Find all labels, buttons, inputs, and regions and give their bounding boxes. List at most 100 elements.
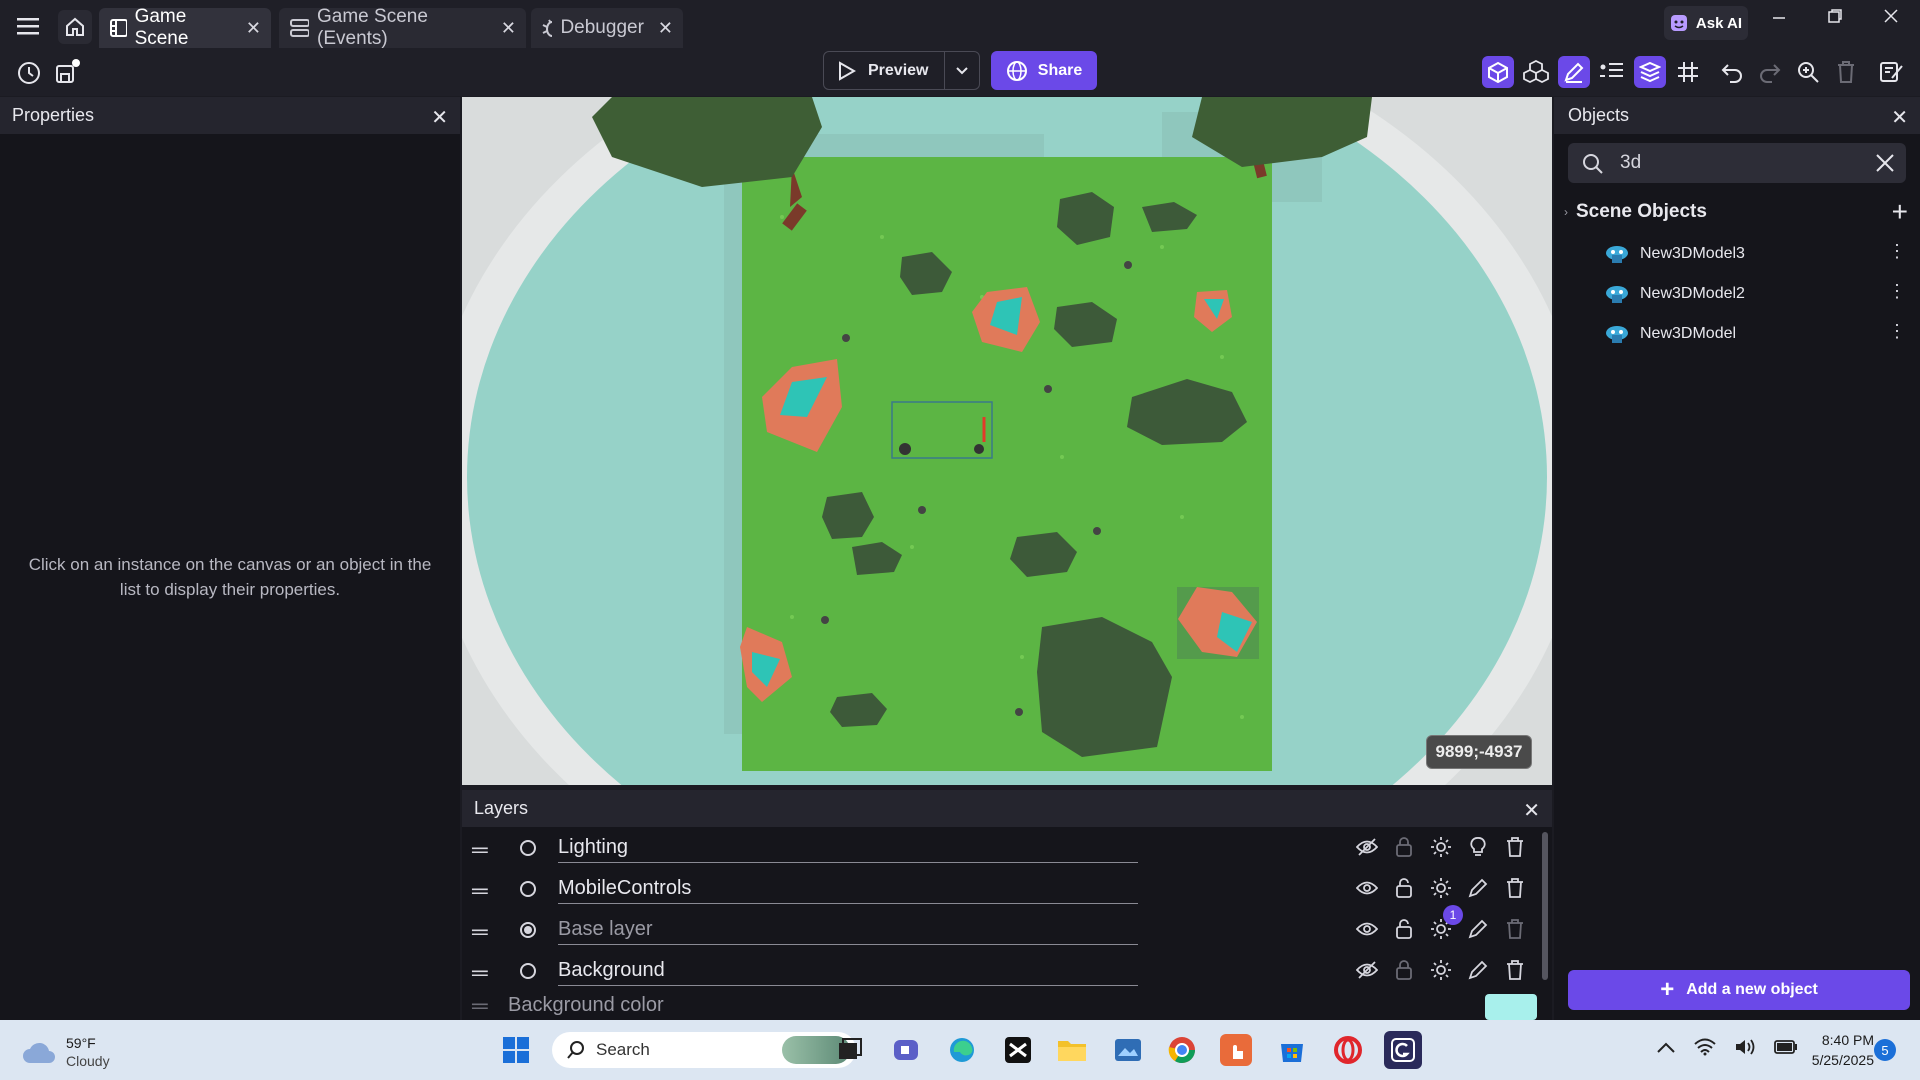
opera-browser-icon[interactable] xyxy=(1332,1034,1364,1066)
wifi-icon[interactable] xyxy=(1694,1038,1716,1056)
effects-icon[interactable]: 1 xyxy=(1429,905,1463,941)
clock[interactable]: 8:40 PM 5/25/2025 xyxy=(1790,1030,1874,1070)
pencil-icon[interactable] xyxy=(1466,876,1490,900)
meet-icon[interactable] xyxy=(890,1034,922,1066)
redo-icon[interactable] xyxy=(1754,56,1786,88)
object-menu-icon[interactable]: ⋮ xyxy=(1888,241,1906,262)
effects-icon[interactable] xyxy=(1429,958,1453,982)
layer-name[interactable]: Lighting xyxy=(558,833,1138,863)
volume-icon[interactable] xyxy=(1734,1038,1756,1056)
object-menu-icon[interactable]: ⋮ xyxy=(1888,281,1906,302)
chevron-right-icon[interactable]: › xyxy=(1564,205,1568,219)
chrome-icon[interactable] xyxy=(1166,1034,1198,1066)
search-input[interactable]: 3d xyxy=(1620,152,1641,174)
layer-select-radio[interactable] xyxy=(520,922,536,938)
restore-icon[interactable] xyxy=(1820,4,1850,28)
close-properties-icon[interactable]: ✕ xyxy=(431,105,448,130)
close-layers-icon[interactable]: ✕ xyxy=(1523,798,1540,823)
layers-scrollbar[interactable] xyxy=(1542,832,1548,980)
windows-start-icon[interactable] xyxy=(500,1034,532,1066)
scene-canvas[interactable]: 9899;-4937 xyxy=(462,97,1552,785)
layer-select-radio[interactable] xyxy=(520,840,536,856)
drag-handle-icon[interactable]: ═ xyxy=(472,960,488,986)
edit-properties-icon[interactable] xyxy=(1558,56,1590,88)
eye-icon[interactable] xyxy=(1355,876,1379,900)
effects-icon[interactable] xyxy=(1429,835,1453,859)
lock-icon[interactable] xyxy=(1392,835,1416,859)
trash-icon[interactable] xyxy=(1503,958,1527,982)
drag-handle-icon[interactable]: ═ xyxy=(472,878,488,904)
lock-icon[interactable] xyxy=(1392,958,1416,982)
file-explorer-icon[interactable] xyxy=(1056,1034,1088,1066)
taskbar-search[interactable]: Search xyxy=(552,1032,856,1068)
add-new-object-button[interactable]: + Add a new object xyxy=(1568,970,1910,1010)
grid-icon[interactable] xyxy=(1672,56,1704,88)
layer-name[interactable]: MobileControls xyxy=(558,874,1138,904)
close-objects-icon[interactable]: ✕ xyxy=(1891,105,1908,130)
object-item[interactable]: New3DModel3 xyxy=(1604,239,1745,269)
layer-row-background[interactable]: ═ Background xyxy=(462,950,1552,991)
trash-icon[interactable] xyxy=(1503,917,1527,941)
menu-icon[interactable] xyxy=(14,14,42,38)
scene-objects-group[interactable]: › Scene Objects xyxy=(1564,201,1707,223)
trash-icon[interactable] xyxy=(1503,835,1527,859)
share-button[interactable]: Share xyxy=(991,51,1097,90)
object-menu-icon[interactable]: ⋮ xyxy=(1888,321,1906,342)
unlock-icon[interactable] xyxy=(1392,917,1416,941)
layer-row-lighting[interactable]: ═ Lighting xyxy=(462,827,1552,868)
tab-game-scene-events[interactable]: Game Scene (Events) ✕ xyxy=(279,6,526,49)
pencil-icon[interactable] xyxy=(1466,958,1490,982)
delete-icon[interactable] xyxy=(1830,56,1862,88)
preview-button[interactable]: Preview xyxy=(823,51,980,90)
eye-hidden-icon[interactable] xyxy=(1355,835,1379,859)
edit-scene-icon[interactable] xyxy=(1876,56,1908,88)
close-tab-icon[interactable]: ✕ xyxy=(501,18,516,39)
capcut-icon[interactable] xyxy=(1002,1034,1034,1066)
layer-row-base-layer[interactable]: ═ Base layer 1 xyxy=(462,905,1552,950)
preview-options-chevron-icon[interactable] xyxy=(945,66,979,76)
close-window-icon[interactable] xyxy=(1876,4,1906,28)
home-icon[interactable] xyxy=(58,10,92,44)
layer-row-mobilecontrols[interactable]: ═ MobileControls xyxy=(462,868,1552,909)
microsoft-store-icon[interactable] xyxy=(1276,1034,1308,1066)
close-tab-icon[interactable]: ✕ xyxy=(246,18,261,39)
objects-group-icon[interactable] xyxy=(1520,56,1552,88)
layers-icon[interactable] xyxy=(1634,56,1666,88)
pencil-icon[interactable] xyxy=(1466,917,1490,941)
lightbulb-icon[interactable] xyxy=(1466,835,1490,859)
trash-icon[interactable] xyxy=(1503,876,1527,900)
object-item[interactable]: New3DModel2 xyxy=(1604,279,1745,309)
save-icon[interactable] xyxy=(52,56,82,88)
drag-handle-icon[interactable]: ═ xyxy=(472,919,488,945)
object-search-box[interactable]: 3d xyxy=(1568,143,1906,183)
clear-search-icon[interactable] xyxy=(1876,154,1894,172)
ask-ai-button[interactable]: Ask AI xyxy=(1664,6,1748,40)
tab-debugger[interactable]: Debugger ✕ xyxy=(531,8,683,48)
instances-list-icon[interactable] xyxy=(1596,56,1628,88)
edge-browser-icon[interactable] xyxy=(946,1034,978,1066)
layer-name[interactable]: Base layer xyxy=(558,915,1138,945)
undo-icon[interactable] xyxy=(1716,56,1748,88)
task-view-icon[interactable] xyxy=(834,1034,866,1066)
zoom-icon[interactable] xyxy=(1792,56,1824,88)
photo-app-icon[interactable] xyxy=(1112,1034,1144,1066)
hand-cursor-app-icon[interactable] xyxy=(1220,1034,1252,1066)
scene-viewport[interactable] xyxy=(462,97,1552,785)
tab-game-scene[interactable]: Game Scene ✕ xyxy=(99,6,271,49)
layer-select-radio[interactable] xyxy=(520,881,536,897)
effects-icon[interactable] xyxy=(1429,876,1453,900)
object-item[interactable]: New3DModel xyxy=(1604,319,1736,349)
background-color-swatch[interactable] xyxy=(1485,994,1537,1020)
weather-widget[interactable]: 59°F Cloudy xyxy=(22,1034,110,1070)
layer-name[interactable]: Background xyxy=(558,956,1138,986)
unlock-icon[interactable] xyxy=(1392,876,1416,900)
add-object-plus-icon[interactable]: + xyxy=(1892,196,1908,228)
chevron-up-icon[interactable] xyxy=(1656,1040,1676,1054)
grass-field[interactable] xyxy=(742,157,1272,771)
drag-handle-icon[interactable]: ═ xyxy=(472,837,488,863)
layer-select-radio[interactable] xyxy=(520,963,536,979)
notification-badge[interactable]: 5 xyxy=(1874,1039,1896,1061)
history-icon[interactable] xyxy=(14,58,44,88)
eye-icon[interactable] xyxy=(1355,917,1379,941)
close-tab-icon[interactable]: ✕ xyxy=(658,18,673,39)
